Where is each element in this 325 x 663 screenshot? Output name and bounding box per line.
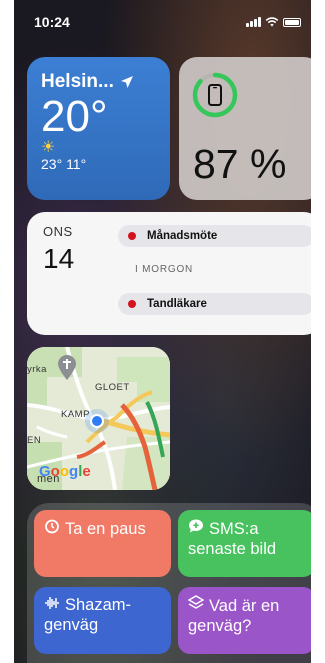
battery-percent: 87 % bbox=[193, 141, 287, 187]
location-arrow-icon bbox=[120, 76, 133, 88]
event-color-dot bbox=[128, 300, 136, 308]
map-label: EN bbox=[27, 435, 42, 446]
calendar-widget[interactable]: ONS 14 Månadsmöte I MORGON Tandläkare bbox=[27, 212, 311, 335]
shortcut-label: Ta en paus bbox=[65, 520, 146, 538]
status-bar: 10:24 bbox=[14, 0, 311, 44]
maps-widget[interactable]: yrka GLOET KAMP EN men Google bbox=[27, 347, 170, 490]
weather-temperature: 20° bbox=[41, 92, 108, 141]
shortcut-sms-latest-photo[interactable]: SMS:a senaste bild bbox=[178, 510, 311, 577]
shortcuts-icon bbox=[187, 595, 206, 616]
weather-high: 23° bbox=[41, 156, 67, 172]
cellular-signal-icon bbox=[246, 17, 261, 27]
timer-icon bbox=[44, 518, 62, 539]
current-location-dot bbox=[90, 414, 104, 428]
shortcut-take-break[interactable]: Ta en paus bbox=[34, 510, 171, 577]
waveform-icon bbox=[44, 595, 62, 615]
weather-low: 11° bbox=[66, 156, 87, 172]
event-title: Månadsmöte bbox=[147, 230, 218, 242]
calendar-event[interactable]: Månadsmöte bbox=[118, 225, 311, 247]
weather-widget[interactable]: Helsin... 20° ☀ 23° 11° bbox=[27, 57, 170, 200]
weather-city: Helsin... bbox=[41, 71, 114, 92]
shortcut-what-is-shortcut[interactable]: Vad är en genväg? bbox=[178, 587, 311, 654]
battery-ring bbox=[192, 72, 238, 118]
wifi-icon bbox=[265, 17, 279, 27]
battery-widget[interactable]: 87 % bbox=[179, 57, 311, 200]
iphone-icon bbox=[208, 84, 222, 106]
event-title: Tandläkare bbox=[147, 298, 207, 310]
battery-status-icon bbox=[283, 17, 301, 27]
calendar-tomorrow-label: I MORGON bbox=[135, 264, 194, 275]
shortcuts-widget: Ta en paus SMS:a senaste bild Shazam-gen… bbox=[27, 503, 311, 663]
map-label: KAMP bbox=[61, 409, 90, 420]
google-logo: Google bbox=[39, 463, 91, 480]
status-time: 10:24 bbox=[34, 14, 70, 30]
sun-icon: ☀ bbox=[41, 139, 56, 156]
home-screen: 10:24 Helsin... 20° ☀ 23° 11° 87 % ONS 1… bbox=[14, 0, 311, 663]
event-color-dot bbox=[128, 232, 136, 240]
calendar-event[interactable]: Tandläkare bbox=[118, 293, 311, 315]
shortcut-shazam[interactable]: Shazam-genväg bbox=[34, 587, 171, 654]
map-label: GLOET bbox=[95, 382, 130, 393]
map-label: yrka bbox=[27, 364, 47, 375]
message-icon bbox=[188, 518, 206, 539]
map-pin-icon bbox=[58, 355, 76, 380]
